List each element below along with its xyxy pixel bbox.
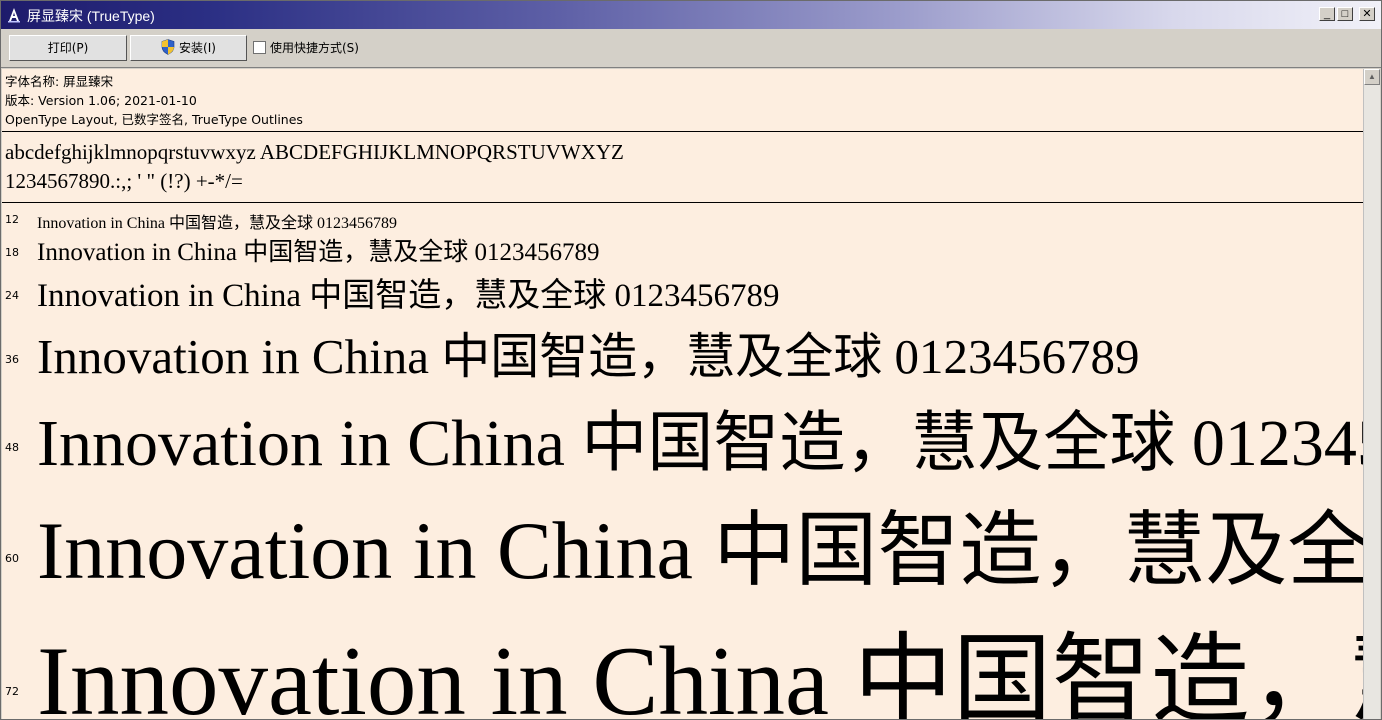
sample-text: Innovation in China 中国智造，慧及全球 0123456789 bbox=[37, 239, 600, 266]
sample-row-18: 18 Innovation in China 中国智造，慧及全球 0123456… bbox=[2, 231, 1363, 266]
shortcut-checkbox-label: 使用快捷方式(S) bbox=[270, 41, 359, 55]
sample-text: Innovation in China 中国智造，慧及全球 0123456789 bbox=[37, 278, 780, 314]
sample-text: Innovation in China 中国智造，慧及全球 0123456789 bbox=[37, 407, 1363, 480]
charset-letters: abcdefghijklmnopqrstuvwxyz ABCDEFGHIJKLM… bbox=[5, 140, 624, 164]
uac-shield-icon bbox=[161, 39, 175, 55]
divider bbox=[2, 131, 1363, 132]
maximize-button[interactable]: □ bbox=[1337, 7, 1353, 21]
sample-row-24: 24 Innovation in China 中国智造，慧及全球 0123456… bbox=[2, 267, 1363, 314]
font-version-line: 版本: Version 1.06; 2021-01-10 bbox=[5, 93, 197, 108]
sample-text: Innovation in China 中国智造，慧及全球 0123456789 bbox=[37, 215, 397, 232]
print-button[interactable]: 打印(P) bbox=[9, 35, 127, 61]
font-name-line: 字体名称: 屏显臻宋 bbox=[5, 74, 114, 89]
shortcut-checkbox[interactable] bbox=[253, 41, 266, 54]
sample-row-72: 72 Innovation in China 中国智造，慧及全球 0123456… bbox=[2, 597, 1363, 719]
divider bbox=[2, 202, 1363, 203]
minimize-button[interactable]: _ bbox=[1319, 7, 1335, 21]
sample-row-48: 48 Innovation in China 中国智造，慧及全球 0123456… bbox=[2, 387, 1363, 480]
sample-row-36: 36 Innovation in China 中国智造，慧及全球 0123456… bbox=[2, 315, 1363, 384]
window-title: 屏显臻宋 (TrueType) bbox=[27, 8, 155, 24]
vertical-scrollbar[interactable]: ▲ bbox=[1363, 69, 1380, 719]
sample-text: Innovation in China 中国智造，慧及全球 0123456789 bbox=[37, 329, 1140, 384]
toolbar: 打印(P) 安装(I) 使用快捷方式(S) bbox=[1, 29, 1381, 68]
charset-block: abcdefghijklmnopqrstuvwxyz ABCDEFGHIJKLM… bbox=[5, 138, 624, 196]
sample-size-label: 36 bbox=[5, 353, 19, 366]
charset-digits-symbols: 1234567890.:,; ' " (!?) +-*/= bbox=[5, 169, 243, 193]
font-preview-area[interactable]: 字体名称: 屏显臻宋 版本: Version 1.06; 2021-01-10 … bbox=[2, 69, 1363, 719]
install-button-label: 安装(I) bbox=[179, 41, 216, 55]
sample-text: Innovation in China 中国智造，慧及全球 0123456789 bbox=[37, 505, 1363, 596]
sample-size-label: 60 bbox=[5, 552, 19, 565]
sample-row-12: 12 Innovation in China 中国智造，慧及全球 0123456… bbox=[2, 208, 1363, 232]
install-button[interactable]: 安装(I) bbox=[130, 35, 247, 61]
sample-row-60: 60 Innovation in China 中国智造，慧及全球 0123456… bbox=[2, 481, 1363, 596]
font-type-line: OpenType Layout, 已数字签名, TrueType Outline… bbox=[5, 112, 303, 127]
sample-size-label: 72 bbox=[5, 685, 19, 698]
sample-size-label: 18 bbox=[5, 246, 19, 259]
shortcut-option[interactable]: 使用快捷方式(S) bbox=[253, 41, 359, 57]
sample-text: Innovation in China 中国智造，慧及全球 0123456789 bbox=[37, 627, 1363, 719]
font-app-icon bbox=[8, 8, 20, 23]
close-button[interactable]: ✕ bbox=[1359, 7, 1375, 21]
sample-size-label: 48 bbox=[5, 441, 19, 454]
sample-size-label: 12 bbox=[5, 213, 19, 226]
title-bar[interactable]: 屏显臻宋 (TrueType) _ □ ✕ bbox=[1, 1, 1381, 29]
print-button-label: 打印(P) bbox=[47, 41, 89, 55]
scroll-up-arrow-icon[interactable]: ▲ bbox=[1364, 69, 1380, 85]
sample-size-label: 24 bbox=[5, 289, 19, 302]
font-viewer-window: 屏显臻宋 (TrueType) _ □ ✕ 打印(P) 安装(I) 使用快捷方式… bbox=[0, 0, 1382, 720]
font-info-block: 字体名称: 屏显臻宋 版本: Version 1.06; 2021-01-10 … bbox=[5, 72, 303, 129]
